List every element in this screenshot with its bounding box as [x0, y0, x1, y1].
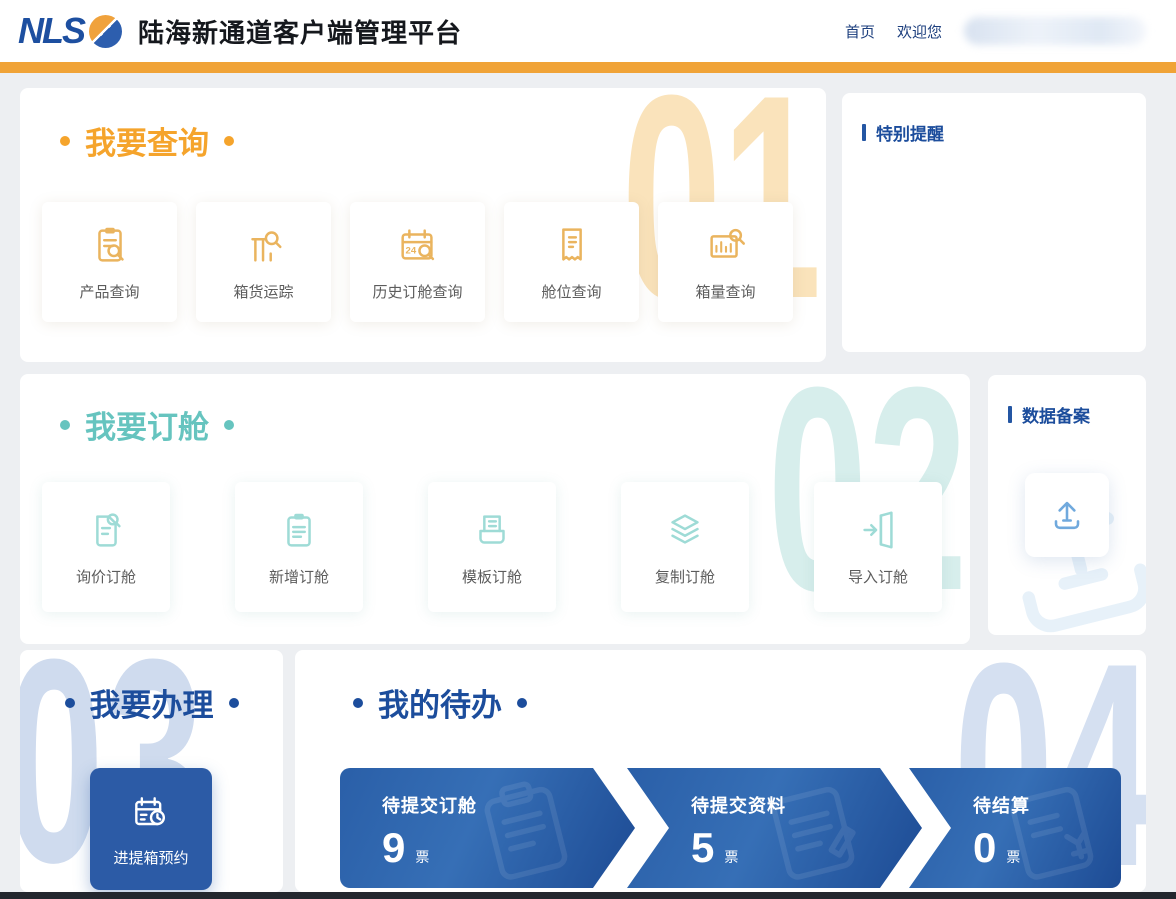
calendar-clock-icon [129, 791, 173, 835]
section-booking: 02 我要订舱 询价订舱 [20, 374, 970, 644]
document-search-icon [83, 507, 129, 553]
data-filing-header: 数据备案 [988, 375, 1146, 427]
clipboard-search-icon [87, 222, 133, 268]
header-bar [862, 124, 866, 141]
card-label: 进提箱预约 [113, 847, 188, 868]
banner-count: 9 [382, 824, 405, 872]
section-data-filing: 数据备案 [988, 375, 1146, 635]
bullet-dot [224, 420, 234, 430]
layers-icon [662, 507, 708, 553]
bottom-edge-strip [0, 892, 1176, 899]
clipboard-watermark-icon [459, 768, 594, 888]
card-new-booking[interactable]: 新增订舱 [235, 482, 363, 612]
cargo-tracking-search-icon [241, 222, 287, 268]
app-root: NLS 陆海新通道客户端管理平台 首页 欢迎您 01 我要查询 [0, 0, 1176, 899]
card-label: 舱位查询 [541, 281, 601, 302]
nls-logo-text: NLS [18, 10, 84, 52]
section-todo: 04 我的待办 待提交订舱 9 票 [295, 650, 1146, 892]
special-reminder-header: 特别提醒 [842, 93, 1146, 145]
bullet-dot [353, 698, 363, 708]
clipboard-icon [276, 507, 322, 553]
username-redacted[interactable] [964, 17, 1146, 45]
bullet-dot [229, 698, 239, 708]
section-todo-title: 我的待办 [353, 680, 527, 725]
card-template-booking[interactable]: 模板订舱 [428, 482, 556, 612]
card-label: 历史订舱查询 [372, 281, 462, 302]
bullet-dot [60, 420, 70, 430]
card-inquiry-booking[interactable]: 询价订舱 [42, 482, 170, 612]
section-handle-title: 我要办理 [65, 680, 239, 725]
section-query-title: 我要查询 [60, 118, 234, 163]
bullet-dot [224, 136, 234, 146]
banner-label: 待结算 [973, 792, 1030, 818]
data-filing-upload-button[interactable] [1025, 473, 1109, 557]
banner-unit: 票 [724, 847, 738, 867]
query-cards: 产品查询 箱货运踪 24 [42, 202, 793, 322]
banner-pending-booking[interactable]: 待提交订舱 9 票 [340, 768, 635, 888]
todo-banners: 待提交订舱 9 票 待提交资料 5 [295, 768, 1146, 888]
banner-count: 0 [973, 824, 996, 872]
nls-globe-icon [89, 15, 122, 48]
card-product-query[interactable]: 产品查询 [42, 202, 177, 322]
card-label: 导入订舱 [848, 566, 908, 587]
banner-unit: 票 [1006, 847, 1020, 867]
card-label: 复制订舱 [655, 566, 715, 587]
banner-pending-settlement[interactable]: 待结算 0 票 [909, 768, 1121, 888]
door-import-icon [855, 507, 901, 553]
section-query: 01 我要查询 产品查询 [20, 88, 826, 362]
nls-logo: NLS [18, 10, 122, 52]
section-booking-title: 我要订舱 [60, 402, 234, 447]
banner-count: 5 [691, 824, 714, 872]
chart-search-icon [703, 222, 749, 268]
card-import-booking[interactable]: 导入订舱 [814, 482, 942, 612]
section-special-reminder: 特别提醒 [842, 93, 1146, 352]
header-bar [1008, 406, 1012, 423]
banner-unit: 票 [415, 847, 429, 867]
welcome-label: 欢迎您 [897, 21, 942, 42]
card-label: 产品查询 [79, 281, 139, 302]
accent-bar [0, 62, 1176, 73]
card-copy-booking[interactable]: 复制订舱 [621, 482, 749, 612]
bullet-dot [517, 698, 527, 708]
header: NLS 陆海新通道客户端管理平台 首页 欢迎您 [0, 0, 1176, 62]
card-label: 箱货运踪 [233, 281, 293, 302]
card-label: 模板订舱 [462, 566, 522, 587]
nav-home-link[interactable]: 首页 [845, 21, 875, 42]
card-label: 询价订舱 [76, 566, 136, 587]
receipt-icon [549, 222, 595, 268]
section-handle: 03 我要办理 进提箱预约 [20, 650, 283, 892]
bullet-dot [65, 698, 75, 708]
banner-label: 待提交订舱 [382, 792, 477, 818]
upload-icon [1045, 493, 1089, 537]
header-nav: 首页 欢迎您 [845, 17, 1146, 45]
page-title: 陆海新通道客户端管理平台 [138, 13, 462, 50]
card-label: 新增订舱 [269, 566, 329, 587]
svg-text:24: 24 [405, 246, 416, 257]
card-history-booking-query[interactable]: 24 历史订舱查询 [350, 202, 485, 322]
card-cargo-tracking[interactable]: 箱货运踪 [196, 202, 331, 322]
bullet-dot [60, 136, 70, 146]
card-label: 箱量查询 [695, 281, 755, 302]
card-container-appointment[interactable]: 进提箱预约 [90, 768, 212, 890]
calendar-search-icon: 24 [395, 222, 441, 268]
card-volume-query[interactable]: 箱量查询 [658, 202, 793, 322]
booking-cards: 询价订舱 新增订舱 [42, 482, 942, 612]
template-doc-icon [469, 507, 515, 553]
banner-label: 待提交资料 [691, 792, 786, 818]
banner-pending-documents[interactable]: 待提交资料 5 票 [627, 768, 922, 888]
card-space-query[interactable]: 舱位查询 [504, 202, 639, 322]
